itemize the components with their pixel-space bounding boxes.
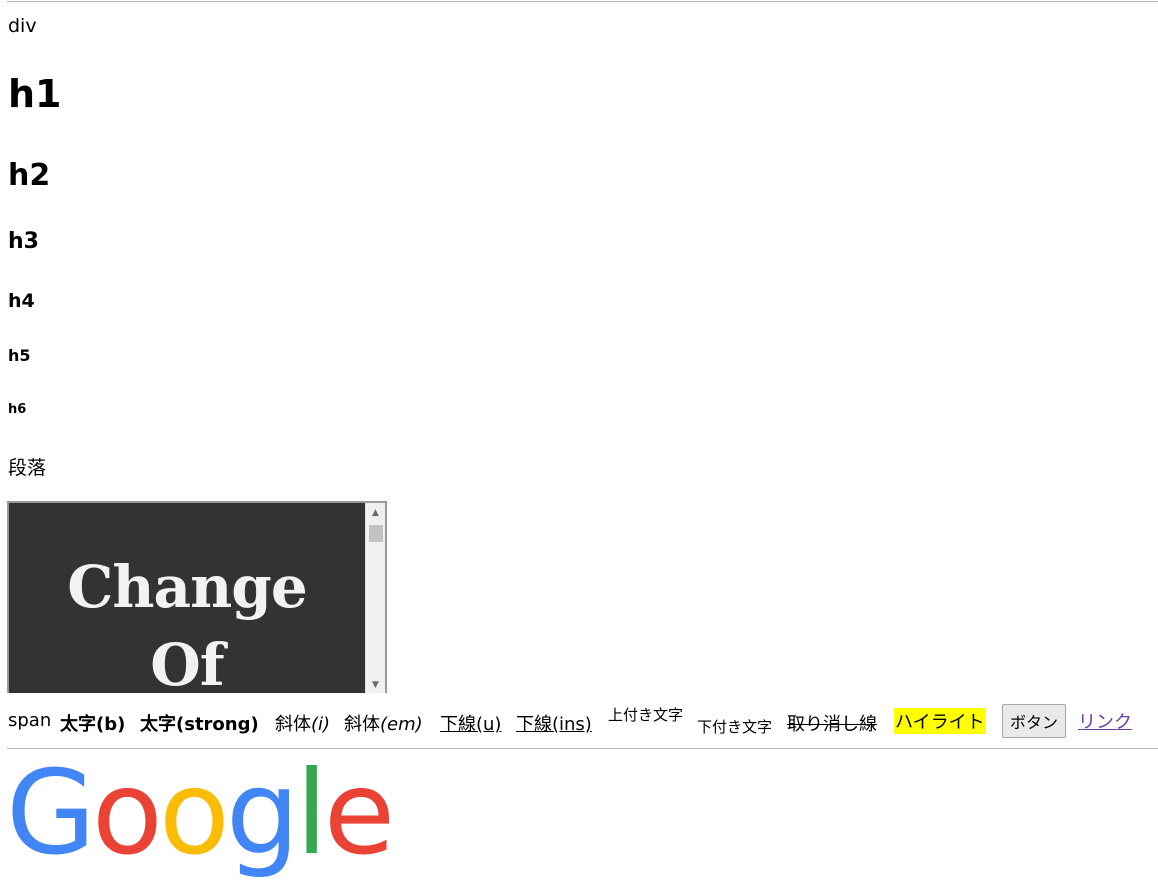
italic-i-prefix: 斜体 — [275, 714, 311, 735]
scroll-up-arrow-icon[interactable]: ▲ — [366, 505, 385, 521]
iframe-content: Change Of — [9, 503, 365, 693]
heading-4: h4 — [8, 290, 35, 312]
scroll-thumb[interactable] — [369, 525, 383, 542]
italic-em-text: 斜体(em) — [344, 710, 423, 736]
italic-i-suffix: (i) — [311, 714, 331, 735]
logo-letter-e: e — [323, 746, 395, 881]
logo-letter-o1: o — [91, 746, 163, 881]
italic-em-suffix: (em) — [380, 714, 423, 735]
iframe-title-line1: Change — [67, 553, 308, 621]
paragraph: 段落 — [8, 457, 47, 479]
google-logo: Google — [6, 754, 395, 874]
bold-strong-text: 太字(strong) — [140, 714, 259, 735]
top-divider — [7, 1, 1158, 2]
sample-button[interactable]: ボタン — [1002, 704, 1067, 738]
sample-link[interactable]: リンク — [1078, 708, 1132, 734]
logo-letter-g2: g — [225, 746, 300, 881]
scroll-down-arrow-icon[interactable]: ▼ — [366, 677, 385, 693]
underline-u-text: 下線(u) — [440, 714, 502, 735]
italic-em-prefix: 斜体 — [344, 714, 380, 735]
embedded-iframe[interactable]: Change Of ▲ ▼ — [7, 501, 387, 693]
heading-6: h6 — [8, 402, 27, 417]
underline-ins-text: 下線(ins) — [516, 714, 592, 735]
italic-i-text: 斜体(i) — [275, 710, 330, 736]
superscript-text: 上付き文字 — [608, 706, 684, 724]
bold-b-text: 太字(b) — [60, 714, 126, 735]
heading-2: h2 — [8, 158, 51, 193]
logo-letter-l: l — [295, 746, 328, 881]
subscript-text: 下付き文字 — [697, 718, 773, 736]
logo-letter-o2: o — [158, 746, 230, 881]
logo-letter-g: G — [6, 746, 96, 881]
strikethrough-text: 取り消し線 — [787, 714, 877, 735]
div-text: div — [8, 15, 37, 37]
span-text: span — [8, 710, 52, 731]
heading-1: h1 — [8, 72, 62, 116]
heading-3: h3 — [8, 229, 39, 254]
highlight-text: ハイライト — [894, 708, 986, 734]
heading-5: h5 — [8, 346, 31, 365]
iframe-title-line2: Of — [150, 631, 224, 693]
iframe-scrollbar[interactable]: ▲ ▼ — [365, 503, 385, 693]
